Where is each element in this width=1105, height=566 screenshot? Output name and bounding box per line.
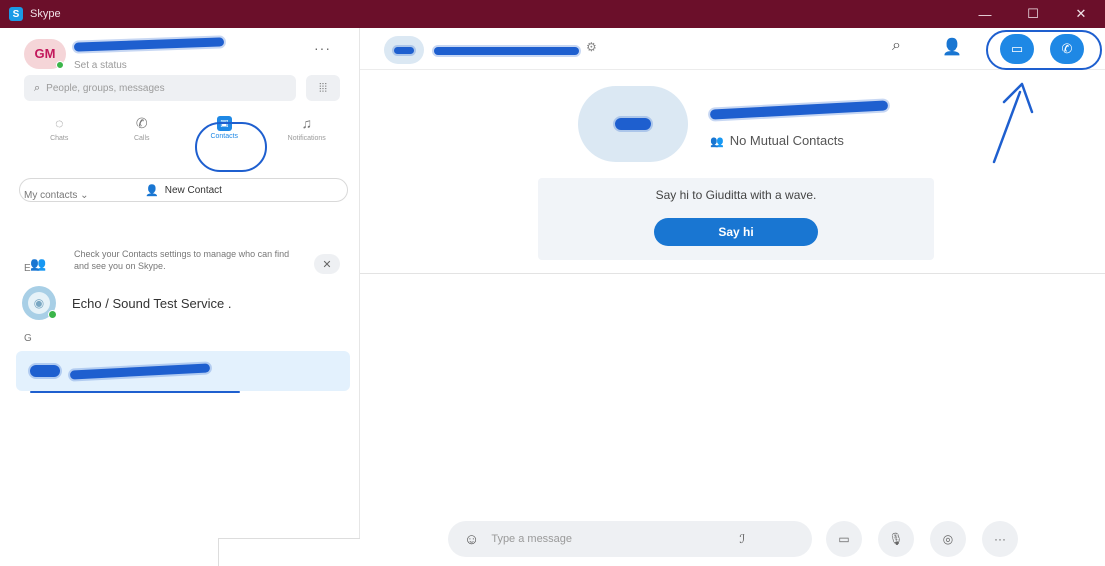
my-contacts-filter[interactable]: My contacts ⌄ xyxy=(24,190,89,201)
tab-chats[interactable]: ◌ Chats xyxy=(18,108,101,148)
people-icon: 👥 xyxy=(30,256,47,271)
annotation-circle xyxy=(986,30,1102,70)
maximize-button[interactable]: ☐ xyxy=(1009,0,1057,28)
conversation-header: ⚙ ⌕ 👤 ▭ ✆ xyxy=(360,28,1105,70)
window-title: Skype xyxy=(30,8,61,20)
phone-icon: ✆ xyxy=(135,114,148,131)
search-icon: ⌕ xyxy=(34,81,41,94)
avatar-initials: GM xyxy=(34,46,56,61)
online-status-dot xyxy=(56,60,64,69)
window-controls: — ☐ ✕ xyxy=(961,0,1105,28)
contact-avatar-large xyxy=(578,86,688,162)
conversation-title[interactable] xyxy=(434,42,579,60)
people-icon: 👥 xyxy=(710,136,724,148)
say-hi-button[interactable]: Say hi xyxy=(654,218,818,246)
sidebar: GM Set a status ··· ⌕ ⦙⦙⦙ ◌ Chats ✆ Call… xyxy=(0,28,360,566)
tab-notifications-label: Notifications xyxy=(287,134,326,142)
redacted-contact-name xyxy=(69,362,211,380)
contact-display-name xyxy=(709,100,889,120)
dismiss-tip-button[interactable]: ✕ xyxy=(314,254,340,274)
tip-text: Check your Contacts settings to manage w… xyxy=(74,249,290,271)
group-letter-e: E xyxy=(24,263,31,274)
wave-prompt-text: Say hi to Giuditta with a wave. xyxy=(655,188,817,202)
more-dots-icon: ··· xyxy=(994,532,1006,546)
contact-name: Echo / Sound Test Service . xyxy=(72,295,232,311)
location-button[interactable]: ◎ xyxy=(930,521,966,557)
more-options-button[interactable]: ··· xyxy=(314,40,331,56)
redacted-contact-name xyxy=(709,100,889,120)
tab-calls[interactable]: ✆ Calls xyxy=(101,108,184,148)
redacted-avatar-initials xyxy=(615,118,651,130)
redacted-conversation-name xyxy=(434,47,579,55)
redacted-contact-avatar xyxy=(30,365,60,377)
skype-logo-icon: S xyxy=(9,7,23,21)
add-people-icon[interactable]: 👤 xyxy=(942,37,962,57)
search-box[interactable]: ⌕ xyxy=(24,75,296,101)
divider xyxy=(360,273,1105,274)
contact-card-icon: ▭ xyxy=(838,532,850,546)
dialpad-button[interactable]: ⦙⦙⦙ xyxy=(306,75,340,101)
annotation-circle xyxy=(195,122,267,172)
handwriting-icon[interactable]: ℐ xyxy=(739,532,745,546)
tab-chats-label: Chats xyxy=(50,134,69,142)
echo-bot-icon: ◉ xyxy=(28,292,50,314)
tab-calls-label: Calls xyxy=(133,134,150,142)
conversation-pane: ⚙ ⌕ 👤 ▭ ✆ 👥 No Mutual Contacts Say hi to … xyxy=(360,28,1105,566)
microphone-button[interactable]: 🎙 xyxy=(878,521,914,557)
annotation-arrow xyxy=(992,82,1034,164)
wave-card: Say hi to Giuditta with a wave. Say hi xyxy=(538,178,934,260)
search-input[interactable] xyxy=(46,82,267,94)
group-letter-g: G xyxy=(24,333,32,344)
redacted-profile-name xyxy=(73,37,225,52)
contact-card-button[interactable]: ▭ xyxy=(826,521,862,557)
close-button[interactable]: ✕ xyxy=(1057,0,1105,28)
microphone-icon: 🎙 xyxy=(888,532,904,546)
minimize-button[interactable]: — xyxy=(961,0,1009,28)
set-status-link[interactable]: Set a status xyxy=(74,60,224,71)
nav-tabs: ◌ Chats ✆ Calls ▣ Contacts ♫ Notificatio… xyxy=(18,108,348,148)
location-icon: ◎ xyxy=(942,532,954,546)
contacts-settings-tip: 👥 Check your Contacts settings to manage… xyxy=(24,246,344,286)
tab-notifications[interactable]: ♫ Notifications xyxy=(266,108,349,148)
online-status-dot xyxy=(48,310,57,319)
avatar: ◉ xyxy=(22,286,57,320)
bell-icon: ♫ xyxy=(301,114,313,131)
redacted-header-avatar xyxy=(394,46,414,54)
avatar[interactable] xyxy=(384,36,424,64)
gear-icon[interactable]: ⚙ xyxy=(586,40,597,54)
search-icon[interactable]: ⌕ xyxy=(892,37,901,55)
list-item[interactable] xyxy=(16,351,350,391)
more-options-button[interactable]: ··· xyxy=(982,521,1018,557)
new-contact-label: New Contact xyxy=(164,184,222,196)
emoji-icon[interactable]: ☺ xyxy=(464,531,479,548)
annotation-underline xyxy=(30,391,240,393)
mutual-contacts: 👥 No Mutual Contacts xyxy=(710,133,844,148)
chat-icon: ◌ xyxy=(55,114,64,131)
add-person-icon: 👤 xyxy=(145,184,159,197)
mutual-contacts-label: No Mutual Contacts xyxy=(729,133,844,148)
message-composer: ☺ ℐ xyxy=(448,521,812,557)
message-input[interactable] xyxy=(491,533,732,545)
list-item[interactable]: ◉ Echo / Sound Test Service . xyxy=(16,283,350,323)
avatar[interactable]: GM xyxy=(24,38,66,69)
title-bar: S Skype — ☐ ✕ xyxy=(0,0,1105,28)
profile-area[interactable]: GM Set a status xyxy=(24,36,225,71)
